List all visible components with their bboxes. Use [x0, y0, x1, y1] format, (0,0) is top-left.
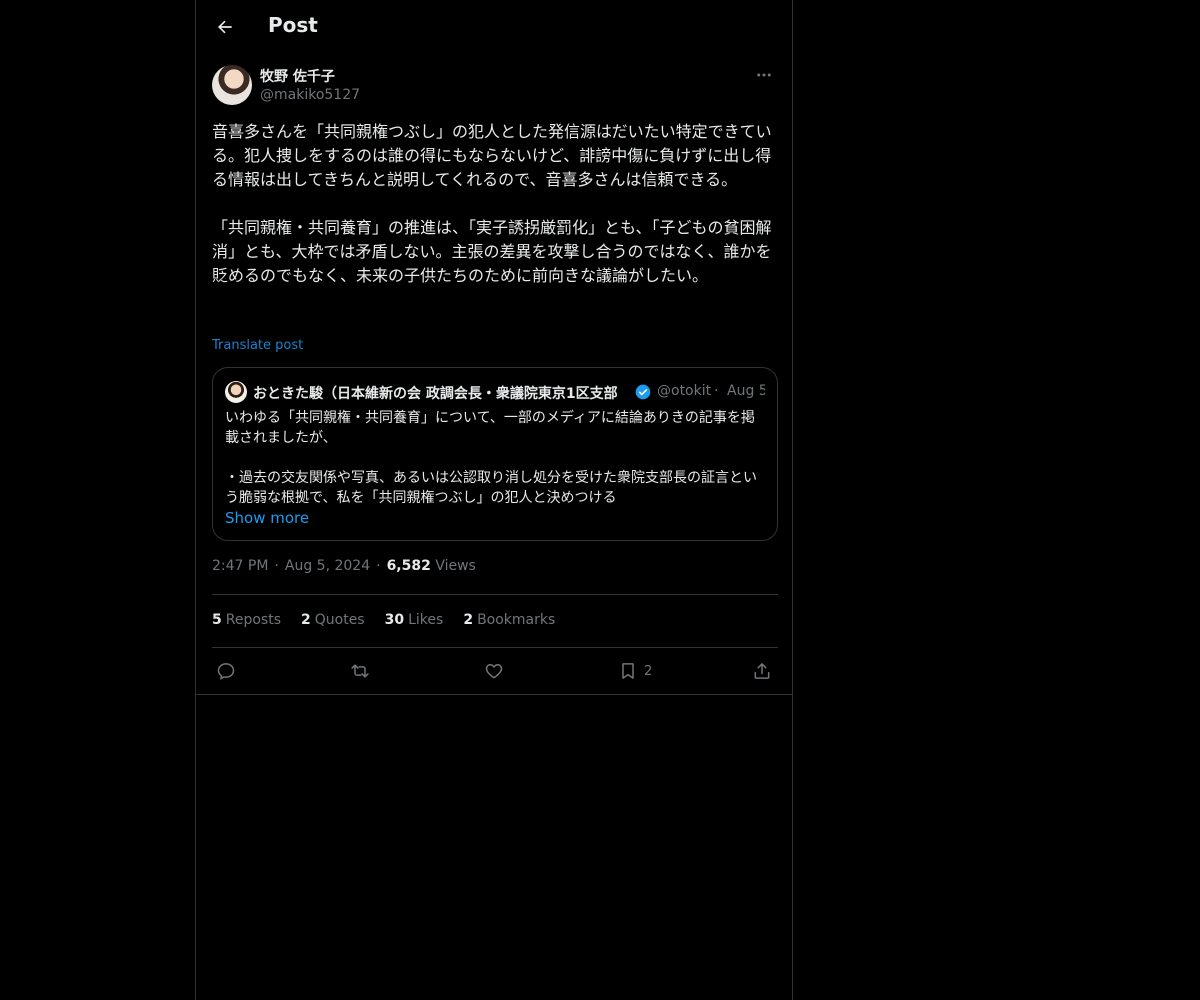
reposts-count: 5	[212, 612, 222, 628]
verified-badge-icon	[635, 384, 651, 400]
primary-column: Post 牧野 佐千子 @makiko5127 音喜多さんを「共同親権つぶし」の…	[195, 0, 793, 1000]
post-author: 牧野 佐千子 @makiko5127	[212, 65, 776, 107]
views-label: Views	[435, 558, 476, 574]
repost-icon	[351, 664, 369, 678]
quotes-count: 2	[301, 612, 311, 628]
quotes-stat[interactable]: 2 Quotes	[301, 612, 365, 628]
post-date[interactable]: Aug 5, 2024	[285, 558, 370, 574]
translate-post-link[interactable]: Translate post	[212, 338, 303, 353]
more-icon	[757, 73, 771, 77]
quoted-date: Aug 5	[727, 383, 765, 399]
quoted-avatar	[225, 381, 247, 403]
bookmark-button[interactable]: 2	[618, 657, 652, 685]
bookmarks-label: Bookmarks	[477, 612, 556, 628]
page-header: Post	[196, 0, 792, 54]
post-text: 音喜多さんを「共同親権つぶし」の犯人とした発信源はだいたい特定できている。犯人捜…	[212, 122, 772, 285]
reply-button[interactable]	[216, 657, 236, 685]
quoted-post[interactable]: おときた駿（日本維新の会 政調会長・衆議院東京1区支部 @otokit · Au…	[212, 367, 778, 541]
share-button[interactable]	[752, 657, 772, 685]
bookmark-count: 2	[644, 663, 653, 679]
share-icon	[754, 663, 770, 679]
divider	[196, 694, 792, 695]
divider	[212, 647, 778, 648]
meta-separator: ·	[376, 558, 381, 574]
likes-label: Likes	[408, 612, 444, 628]
post-stats: 5 Reposts 2 Quotes 30 Likes 2 Bookmarks	[212, 612, 555, 628]
quoted-post-header: おときた駿（日本維新の会 政調会長・衆議院東京1区支部 @otokit · Au…	[225, 380, 765, 404]
avatar[interactable]	[212, 65, 252, 105]
heart-icon	[485, 664, 503, 679]
reposts-label: Reposts	[225, 612, 281, 628]
show-more-link[interactable]: Show more	[225, 509, 309, 527]
arrow-left-icon	[218, 20, 232, 34]
author-handle[interactable]: @makiko5127	[260, 87, 360, 103]
more-options-button[interactable]	[752, 65, 776, 85]
bookmarks-stat[interactable]: 2 Bookmarks	[463, 612, 555, 628]
quoted-post-text: いわゆる「共同親権・共同養育」について、一部のメディアに結論ありきの記事を掲載さ…	[225, 410, 757, 506]
quotes-label: Quotes	[314, 612, 365, 628]
quoted-author-name: おときた駿（日本維新の会 政調会長・衆議院東京1区支部	[253, 386, 618, 402]
likes-stat[interactable]: 30 Likes	[385, 612, 444, 628]
meta-separator: ·	[274, 558, 279, 574]
bookmark-icon	[622, 663, 634, 679]
page-title: Post	[268, 13, 318, 37]
quoted-separator: ·	[714, 383, 719, 399]
action-bar: 2	[212, 657, 778, 685]
views-count: 6,582	[386, 558, 431, 574]
back-button[interactable]	[210, 12, 240, 42]
post-time[interactable]: 2:47 PM	[212, 558, 268, 574]
repost-button[interactable]	[350, 657, 370, 685]
post-meta: 2:47 PM · Aug 5, 2024 · 6,582 Views	[212, 558, 476, 574]
reply-icon	[217, 663, 235, 680]
divider	[212, 594, 778, 595]
bookmarks-count: 2	[463, 612, 474, 628]
reposts-stat[interactable]: 5 Reposts	[212, 612, 281, 628]
quoted-author-handle: @otokit	[657, 383, 711, 399]
likes-count: 30	[384, 612, 405, 628]
like-button[interactable]	[484, 657, 504, 685]
author-name[interactable]: 牧野 佐千子	[260, 66, 335, 86]
